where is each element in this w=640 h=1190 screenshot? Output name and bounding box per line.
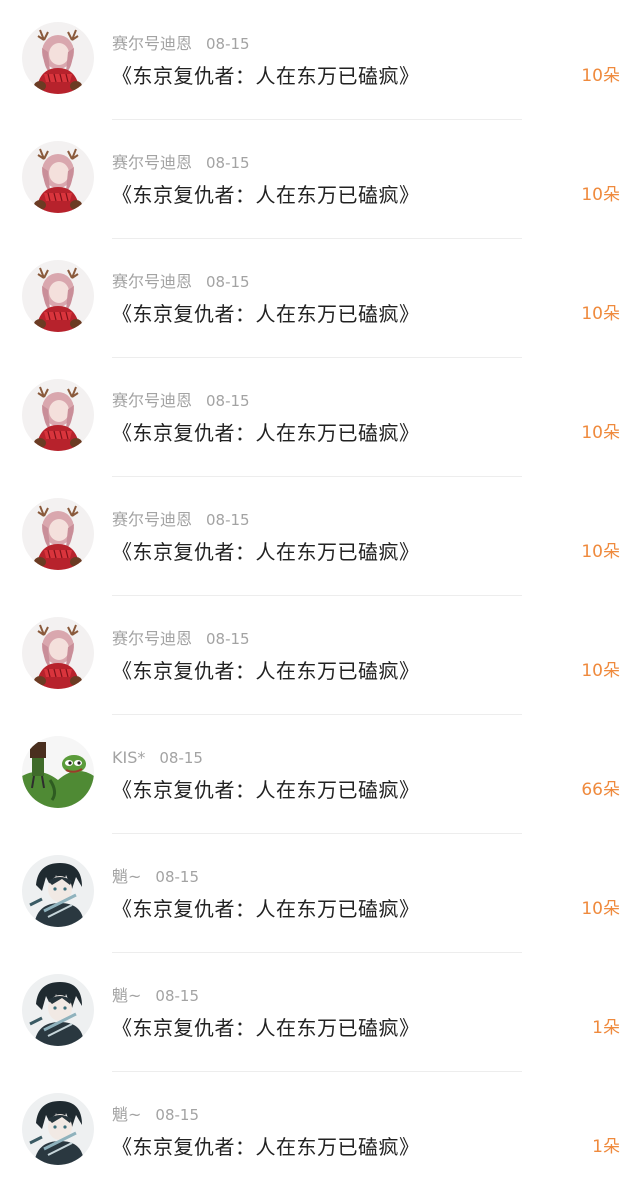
book-title[interactable]: 《东京复仇者：人在东万已磕疯》 xyxy=(112,181,420,209)
divider xyxy=(112,476,522,477)
gift-amount: 1朵 xyxy=(592,1137,620,1157)
divider xyxy=(112,833,522,834)
list-item[interactable]: 魈~ 08-15 《东京复仇者：人在东万已磕疯》 10朵 xyxy=(0,833,640,952)
divider xyxy=(112,119,522,120)
book-title[interactable]: 《东京复仇者：人在东万已磕疯》 xyxy=(112,300,420,328)
gift-amount: 10朵 xyxy=(581,542,620,562)
dark-hair-boy-icon xyxy=(22,855,94,927)
book-title[interactable]: 《东京复仇者：人在东万已磕疯》 xyxy=(112,1133,420,1161)
list-item[interactable]: 赛尔号迪恩 08-15 《东京复仇者：人在东万已磕疯》 10朵 xyxy=(0,119,640,238)
book-title[interactable]: 《东京复仇者：人在东万已磕疯》 xyxy=(112,1014,420,1042)
gift-amount: 10朵 xyxy=(581,661,620,681)
avatar[interactable] xyxy=(22,736,94,808)
dark-hair-boy-icon xyxy=(22,974,94,1046)
green-frog-icon xyxy=(22,736,94,808)
divider xyxy=(112,1071,522,1072)
item-meta: 魈~ 08-15 xyxy=(112,1105,199,1125)
item-meta: 魈~ 08-15 xyxy=(112,867,199,887)
avatar[interactable] xyxy=(22,1093,94,1165)
gift-amount: 10朵 xyxy=(581,185,620,205)
date: 08-15 xyxy=(155,868,200,886)
username[interactable]: 赛尔号迪恩 xyxy=(112,34,192,53)
item-meta: KIS* 08-15 xyxy=(112,748,203,768)
username[interactable]: 魈~ xyxy=(112,867,141,886)
gift-amount: 1朵 xyxy=(592,1018,620,1038)
list-item[interactable]: 赛尔号迪恩 08-15 《东京复仇者：人在东万已磕疯》 10朵 xyxy=(0,476,640,595)
deer-girl-icon xyxy=(22,379,94,451)
date: 08-15 xyxy=(206,392,250,410)
gift-amount: 10朵 xyxy=(581,423,620,443)
book-title[interactable]: 《东京复仇者：人在东万已磕疯》 xyxy=(112,419,420,447)
gift-amount: 10朵 xyxy=(581,899,620,919)
username[interactable]: 赛尔号迪恩 xyxy=(112,272,192,291)
list-item[interactable]: 魈~ 08-15 《东京复仇者：人在东万已磕疯》 1朵 xyxy=(0,1071,640,1190)
book-title[interactable]: 《东京复仇者：人在东万已磕疯》 xyxy=(112,895,420,923)
item-meta: 赛尔号迪恩 08-15 xyxy=(112,34,250,54)
deer-girl-icon xyxy=(22,617,94,689)
item-meta: 魈~ 08-15 xyxy=(112,986,199,1006)
book-title[interactable]: 《东京复仇者：人在东万已磕疯》 xyxy=(112,776,420,804)
item-meta: 赛尔号迪恩 08-15 xyxy=(112,629,250,649)
item-meta: 赛尔号迪恩 08-15 xyxy=(112,391,250,411)
username[interactable]: 赛尔号迪恩 xyxy=(112,510,192,529)
list-item[interactable]: 魈~ 08-15 《东京复仇者：人在东万已磕疯》 1朵 xyxy=(0,952,640,1071)
book-title[interactable]: 《东京复仇者：人在东万已磕疯》 xyxy=(112,538,420,566)
gift-amount: 10朵 xyxy=(581,304,620,324)
divider xyxy=(112,952,522,953)
item-meta: 赛尔号迪恩 08-15 xyxy=(112,153,250,173)
list-item[interactable]: 赛尔号迪恩 08-15 《东京复仇者：人在东万已磕疯》 10朵 xyxy=(0,238,640,357)
divider xyxy=(112,357,522,358)
list-item[interactable]: 赛尔号迪恩 08-15 《东京复仇者：人在东万已磕疯》 10朵 xyxy=(0,357,640,476)
avatar[interactable] xyxy=(22,617,94,689)
deer-girl-icon xyxy=(22,141,94,213)
username[interactable]: 魈~ xyxy=(112,1105,141,1124)
deer-girl-icon xyxy=(22,260,94,332)
username[interactable]: KIS* xyxy=(112,748,145,767)
date: 08-15 xyxy=(155,987,200,1005)
gift-amount: 10朵 xyxy=(581,66,620,86)
list-item[interactable]: 赛尔号迪恩 08-15 《东京复仇者：人在东万已磕疯》 10朵 xyxy=(0,595,640,714)
date: 08-15 xyxy=(206,630,250,648)
date: 08-15 xyxy=(206,154,250,172)
avatar[interactable] xyxy=(22,498,94,570)
divider xyxy=(112,595,522,596)
avatar[interactable] xyxy=(22,855,94,927)
item-meta: 赛尔号迪恩 08-15 xyxy=(112,272,250,292)
avatar[interactable] xyxy=(22,141,94,213)
date: 08-15 xyxy=(206,35,250,53)
gift-list: 赛尔号迪恩 08-15 《东京复仇者：人在东万已磕疯》 10朵 赛尔号迪恩 08-1… xyxy=(0,0,640,1181)
date: 08-15 xyxy=(159,749,203,767)
list-item[interactable]: KIS* 08-15 《东京复仇者：人在东万已磕疯》 66朵 xyxy=(0,714,640,833)
deer-girl-icon xyxy=(22,498,94,570)
dark-hair-boy-icon xyxy=(22,1093,94,1165)
divider xyxy=(112,238,522,239)
avatar[interactable] xyxy=(22,260,94,332)
date: 08-15 xyxy=(206,273,250,291)
avatar[interactable] xyxy=(22,379,94,451)
avatar[interactable] xyxy=(22,22,94,94)
avatar[interactable] xyxy=(22,974,94,1046)
date: 08-15 xyxy=(206,511,250,529)
username[interactable]: 赛尔号迪恩 xyxy=(112,391,192,410)
gift-amount: 66朵 xyxy=(581,780,620,800)
username[interactable]: 赛尔号迪恩 xyxy=(112,153,192,172)
deer-girl-icon xyxy=(22,22,94,94)
date: 08-15 xyxy=(155,1106,200,1124)
username[interactable]: 魈~ xyxy=(112,986,141,1005)
divider xyxy=(112,714,522,715)
username[interactable]: 赛尔号迪恩 xyxy=(112,629,192,648)
book-title[interactable]: 《东京复仇者：人在东万已磕疯》 xyxy=(112,62,420,90)
book-title[interactable]: 《东京复仇者：人在东万已磕疯》 xyxy=(112,657,420,685)
item-meta: 赛尔号迪恩 08-15 xyxy=(112,510,250,530)
list-item[interactable]: 赛尔号迪恩 08-15 《东京复仇者：人在东万已磕疯》 10朵 xyxy=(0,0,640,119)
